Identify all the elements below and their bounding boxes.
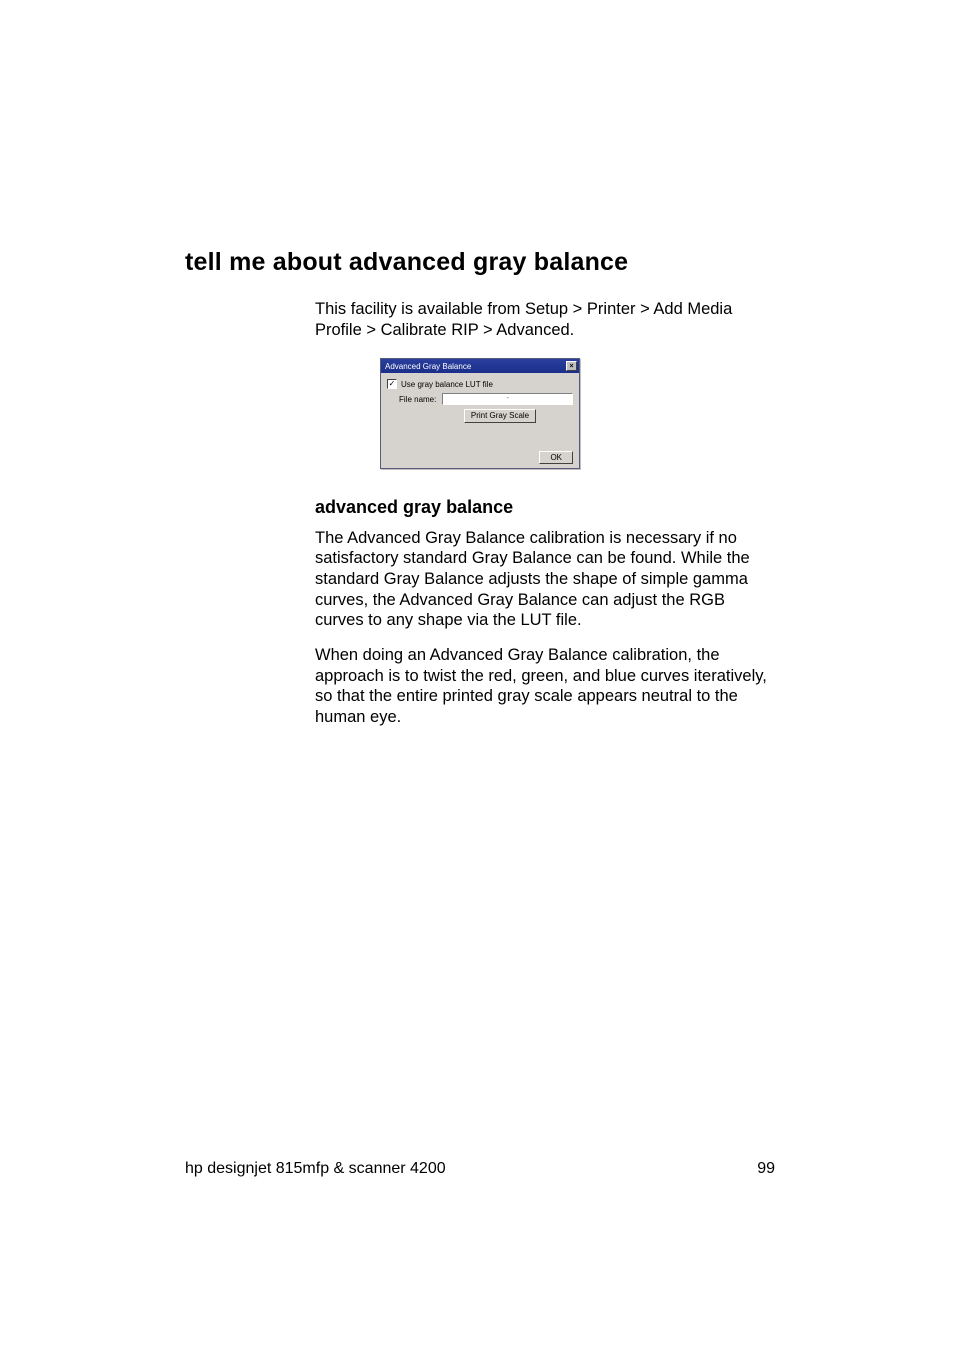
filename-row: File name: -: [399, 393, 573, 405]
close-icon[interactable]: ×: [566, 361, 577, 371]
advanced-gray-balance-dialog: Advanced Gray Balance × ✓ Use gray balan…: [380, 358, 580, 469]
use-lut-checkbox[interactable]: ✓: [387, 379, 397, 389]
section-heading: advanced gray balance: [315, 497, 775, 518]
footer-page-number: 99: [757, 1160, 775, 1178]
filename-label: File name:: [399, 395, 436, 404]
dialog-title: Advanced Gray Balance: [385, 362, 471, 371]
print-button-row: Print Gray Scale: [427, 409, 573, 423]
page-footer: hp designjet 815mfp & scanner 4200 99: [185, 1160, 775, 1178]
ok-button[interactable]: OK: [539, 451, 573, 464]
filename-field[interactable]: -: [442, 393, 573, 405]
paragraph-2: When doing an Advanced Gray Balance cali…: [315, 645, 775, 728]
footer-left: hp designjet 815mfp & scanner 4200: [185, 1160, 446, 1178]
use-lut-checkbox-row: ✓ Use gray balance LUT file: [387, 379, 573, 389]
dialog-body: ✓ Use gray balance LUT file File name: -…: [381, 373, 579, 468]
page-title: tell me about advanced gray balance: [185, 248, 775, 277]
print-gray-scale-button[interactable]: Print Gray Scale: [464, 409, 536, 423]
use-lut-checkbox-label: Use gray balance LUT file: [401, 380, 493, 389]
paragraph-1: The Advanced Gray Balance calibration is…: [315, 528, 775, 631]
intro-paragraph: This facility is available from Setup > …: [315, 299, 770, 340]
dialog-titlebar: Advanced Gray Balance ×: [381, 359, 579, 373]
dialog-screenshot: Advanced Gray Balance × ✓ Use gray balan…: [185, 358, 775, 469]
page-content: tell me about advanced gray balance This…: [185, 248, 775, 741]
ok-button-row: OK: [387, 451, 573, 464]
body-section: advanced gray balance The Advanced Gray …: [315, 497, 775, 728]
